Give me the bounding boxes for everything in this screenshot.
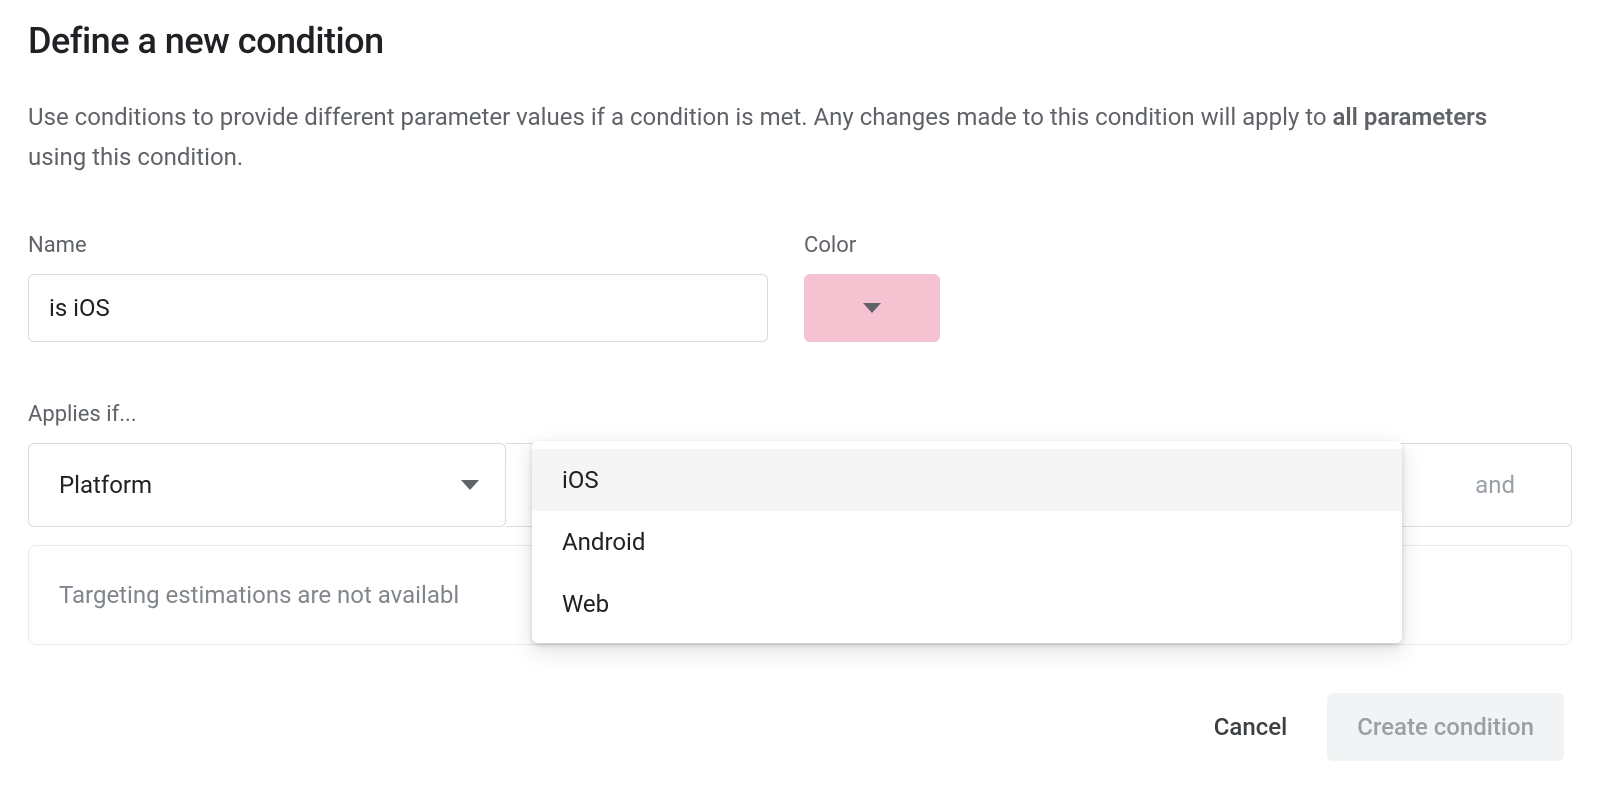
name-color-row: Name Color [28,233,1572,342]
condition-row: Platform and iOS Android Web [28,443,1572,527]
targeting-estimation-text: Targeting estimations are not availabl [59,581,459,609]
caret-down-icon [461,480,479,490]
condition-type-select[interactable]: Platform [28,443,506,527]
page-description: Use conditions to provide different para… [28,98,1488,177]
dropdown-option-ios[interactable]: iOS [532,449,1402,511]
caret-down-icon [863,303,881,313]
description-prefix: Use conditions to provide different para… [28,103,1333,131]
cancel-button[interactable]: Cancel [1206,697,1295,757]
name-label: Name [28,233,768,258]
name-field-group: Name [28,233,768,342]
description-suffix: using this condition. [28,143,243,171]
applies-if-label: Applies if... [28,402,1572,427]
dropdown-option-android[interactable]: Android [532,511,1402,573]
color-dropdown[interactable] [804,274,940,342]
create-condition-button[interactable]: Create condition [1327,693,1564,761]
color-label: Color [804,233,940,258]
footer-actions: Cancel Create condition [28,693,1572,761]
description-bold: all parameters [1333,103,1488,131]
color-field-group: Color [804,233,940,342]
name-input[interactable] [28,274,768,342]
and-label: and [1475,471,1515,499]
dropdown-option-web[interactable]: Web [532,573,1402,635]
condition-type-selected: Platform [59,471,152,499]
platform-dropdown-menu: iOS Android Web [532,441,1402,643]
page-title: Define a new condition [28,20,1572,62]
